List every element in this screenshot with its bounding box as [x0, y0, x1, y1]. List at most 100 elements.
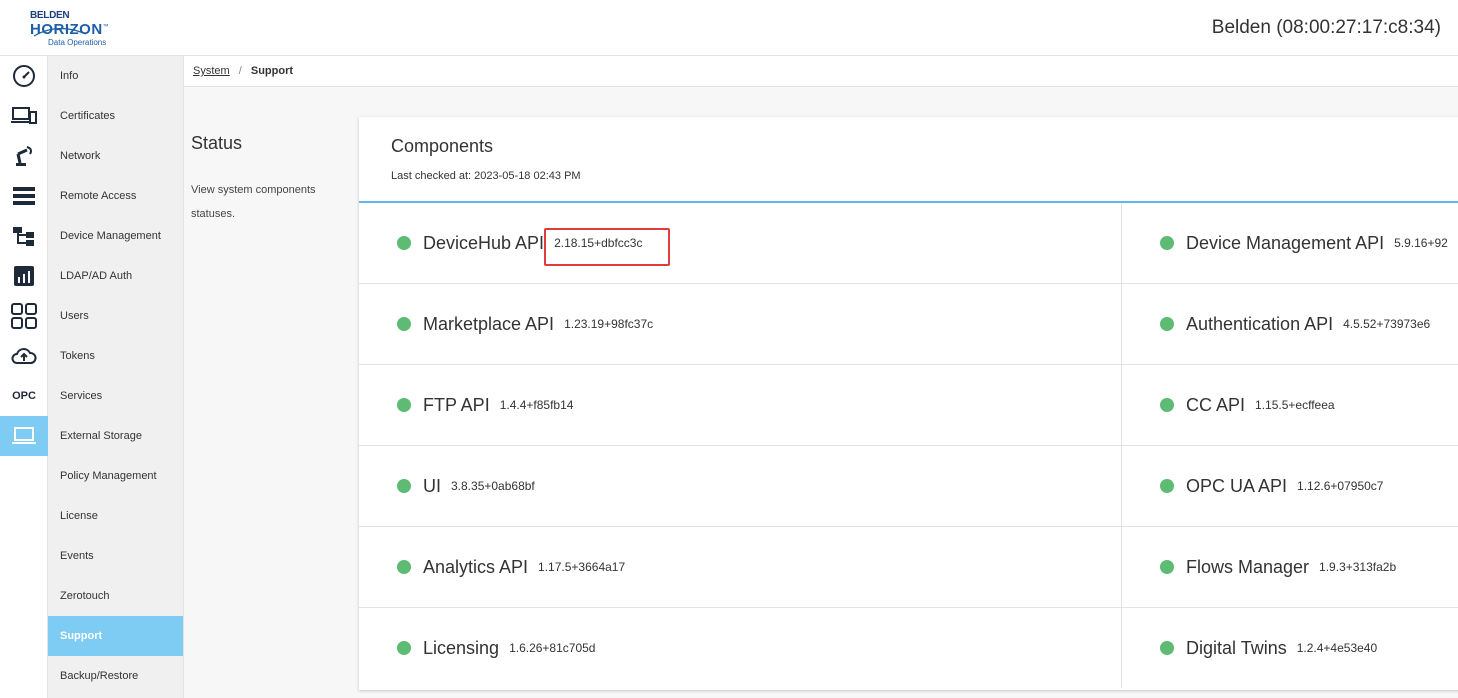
subnav-item-remote-access[interactable]: Remote Access	[48, 176, 183, 216]
component-name: Licensing	[423, 637, 500, 658]
component-cc-api: CC API 1.15.5+ecffeea	[1122, 365, 1458, 445]
subnav-item-services[interactable]: Services	[48, 376, 183, 416]
device-name: Belden (08:00:27:17:c8:34)	[1211, 17, 1441, 38]
component-version: 1.2.4+4e53e40	[1296, 641, 1378, 655]
component-version: 1.17.5+3664a17	[538, 560, 626, 574]
last-checked-text: Last checked at: 2023-05-18 02:43 PM	[391, 170, 581, 182]
highlight-box	[544, 228, 670, 266]
primary-icon-nav: OPC	[0, 56, 48, 698]
component-version: 1.15.5+ecffeea	[1255, 398, 1335, 412]
component-name: Authentication API	[1186, 313, 1334, 334]
apps-grid-icon	[11, 303, 37, 329]
status-ok-icon	[1160, 317, 1174, 331]
component-analytics-api: Analytics API 1.17.5+3664a17	[359, 527, 1122, 607]
nav-servers[interactable]	[0, 176, 48, 216]
components-row: FTP API 1.4.4+f85fb14 CC API 1.15.5+ecff…	[359, 365, 1458, 446]
components-row: Marketplace API 1.23.19+98fc37c Authenti…	[359, 284, 1458, 365]
cloud-upload-icon	[11, 348, 37, 364]
component-name: Device Management API	[1186, 232, 1385, 253]
top-header: BELDEN HORIZON™ Data Operations Belden (…	[0, 0, 1458, 56]
breadcrumb-separator: /	[238, 65, 242, 77]
subnav-item-users[interactable]: Users	[48, 296, 183, 336]
components-title: Components	[391, 136, 494, 156]
breadcrumb-current: Support	[250, 65, 294, 77]
status-ok-icon	[1160, 398, 1174, 412]
component-name: FTP API	[423, 394, 490, 415]
component-name: Marketplace API	[423, 313, 555, 334]
nav-analytics[interactable]	[0, 256, 48, 296]
component-version: 1.6.26+81c705d	[509, 641, 596, 655]
subnav-item-zerotouch[interactable]: Zerotouch	[48, 576, 183, 616]
status-ok-icon	[1160, 479, 1174, 493]
component-flows-manager: Flows Manager 1.9.3+313fa2b	[1122, 527, 1458, 607]
subnav-item-support[interactable]: Support	[48, 616, 183, 656]
component-ui: UI 3.8.35+0ab68bf	[359, 446, 1122, 526]
devices-icon	[11, 107, 37, 124]
component-version: 1.23.19+98fc37c	[564, 317, 654, 331]
component-marketplace-api: Marketplace API 1.23.19+98fc37c	[359, 284, 1122, 364]
component-name: DeviceHub API	[423, 232, 545, 253]
component-ftp-api: FTP API 1.4.4+f85fb14	[359, 365, 1122, 445]
status-ok-icon	[397, 641, 411, 655]
component-name: CC API	[1186, 394, 1246, 415]
opc-icon: OPC	[12, 390, 36, 402]
component-version: 5.9.16+92	[1394, 236, 1448, 250]
hierarchy-icon	[13, 227, 34, 246]
component-devicehub-api: DeviceHub API 2.18.15+dbfcc3c	[359, 203, 1122, 283]
status-ok-icon	[397, 479, 411, 493]
nav-system[interactable]	[0, 416, 48, 456]
subnav-item-info[interactable]: Info	[48, 56, 183, 96]
components-card: Components Last checked at: 2023-05-18 0…	[359, 117, 1458, 690]
subnav-item-device-management[interactable]: Device Management	[48, 216, 183, 256]
subnav-item-tokens[interactable]: Tokens	[48, 336, 183, 376]
subnav-item-backup-restore[interactable]: Backup/Restore	[48, 656, 183, 696]
server-list-icon	[13, 187, 35, 205]
component-licensing: Licensing 1.6.26+81c705d	[359, 608, 1122, 688]
status-ok-icon	[397, 560, 411, 574]
subnav-item-ldap-ad-auth[interactable]: LDAP/AD Auth	[48, 256, 183, 296]
subnav-item-events[interactable]: Events	[48, 536, 183, 576]
belden-horizon-logo[interactable]: BELDEN HORIZON™ Data Operations	[28, 10, 118, 50]
section-description: View system components statuses.	[191, 184, 316, 220]
subnav-item-license[interactable]: License	[48, 496, 183, 536]
nav-opc[interactable]: OPC	[0, 376, 48, 416]
nav-hierarchy[interactable]	[0, 216, 48, 256]
component-name: Analytics API	[423, 556, 529, 577]
status-ok-icon	[1160, 560, 1174, 574]
system-subnav: Info Certificates Network Remote Access …	[48, 56, 184, 698]
nav-devices[interactable]	[0, 96, 48, 136]
components-row: UI 3.8.35+0ab68bf OPC UA API 1.12.6+0795…	[359, 446, 1458, 527]
nav-cloud[interactable]	[0, 336, 48, 376]
component-version: 4.5.52+73973e6	[1343, 317, 1431, 331]
logo-tagline: Data Operations	[48, 38, 107, 47]
component-version: 1.12.6+07950c7	[1297, 479, 1384, 493]
components-row: Licensing 1.6.26+81c705d Digital Twins 1…	[359, 608, 1458, 689]
components-row: Analytics API 1.17.5+3664a17 Flows Manag…	[359, 527, 1458, 608]
subnav-item-certificates[interactable]: Certificates	[48, 96, 183, 136]
subnav-item-network[interactable]: Network	[48, 136, 183, 176]
component-name: OPC UA API	[1186, 475, 1288, 496]
breadcrumb: System / Support	[184, 56, 1458, 87]
component-name: UI	[423, 475, 441, 496]
subnav-item-external-storage[interactable]: External Storage	[48, 416, 183, 456]
subnav-item-policy-management[interactable]: Policy Management	[48, 456, 183, 496]
laptop-icon	[12, 427, 36, 444]
section-title: Status	[191, 133, 243, 153]
components-row: DeviceHub API 2.18.15+dbfcc3c Device Man…	[359, 203, 1458, 284]
status-ok-icon	[1160, 641, 1174, 655]
nav-robotics[interactable]	[0, 136, 48, 176]
component-name: Digital Twins	[1186, 637, 1287, 658]
status-ok-icon	[397, 317, 411, 331]
status-ok-icon	[397, 236, 411, 250]
breadcrumb-system-link[interactable]: System	[193, 65, 230, 77]
nav-dashboard[interactable]	[0, 56, 48, 96]
component-device-management-api: Device Management API 5.9.16+92	[1122, 203, 1458, 283]
component-version: 3.8.35+0ab68bf	[451, 479, 535, 493]
dashboard-gauge-icon	[13, 65, 35, 87]
component-authentication-api: Authentication API 4.5.52+73973e6	[1122, 284, 1458, 364]
component-name: Flows Manager	[1186, 556, 1310, 577]
component-version: 1.9.3+313fa2b	[1319, 560, 1397, 574]
logo-product: HORIZON™	[30, 21, 110, 38]
analytics-chart-icon	[14, 266, 34, 286]
nav-apps[interactable]	[0, 296, 48, 336]
